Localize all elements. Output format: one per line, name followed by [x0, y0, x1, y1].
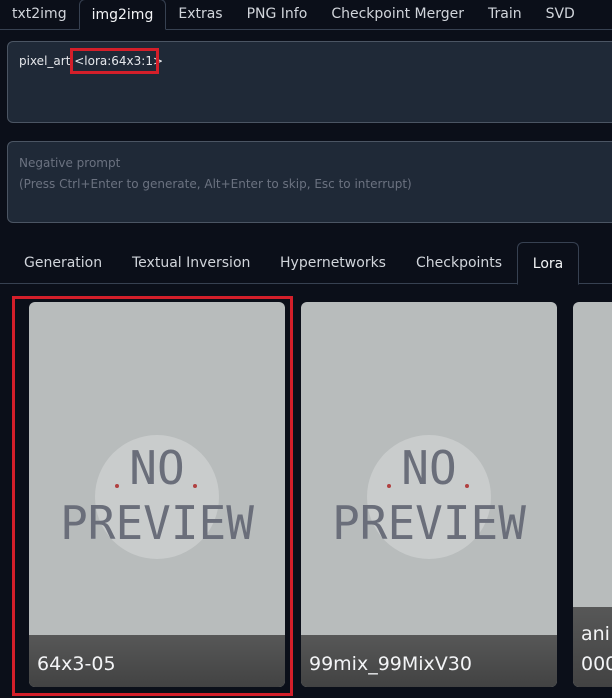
card-name-line2: 000	[581, 653, 612, 675]
negative-prompt-placeholder: Negative prompt (Press Ctrl+Enter to gen…	[19, 153, 412, 195]
lora-tag-highlight-box	[70, 48, 159, 74]
card-footer	[573, 607, 612, 687]
no-preview-text-2: PREVIEW	[332, 496, 526, 550]
prompt-text-before: pixel_art	[19, 54, 75, 68]
tab-lora[interactable]: Lora	[517, 242, 579, 285]
card-name: 99mix_99MixV30	[309, 653, 472, 675]
tab-img2img[interactable]: img2img	[78, 0, 167, 30]
card-highlight-box	[12, 296, 293, 696]
tab-svd[interactable]: SVD	[534, 0, 587, 29]
tab-extras[interactable]: Extras	[166, 0, 234, 29]
no-preview-text-1: NO	[401, 441, 456, 495]
extra-networks-tab-bar: Generation Textual Inversion Hypernetwor…	[0, 242, 612, 285]
tab-checkpoints[interactable]: Checkpoints	[416, 242, 502, 284]
tab-textual-inversion[interactable]: Textual Inversion	[132, 242, 250, 284]
lora-card-99mix[interactable]: NO PREVIEW 99mix_99MixV30	[301, 302, 557, 687]
webui-root: txt2img img2img Extras PNG Info Checkpoi…	[0, 0, 612, 698]
no-preview-image: NO PREVIEW	[332, 435, 526, 559]
negative-prompt-placeholder-hint: (Press Ctrl+Enter to generate, Alt+Enter…	[19, 177, 412, 191]
tab-checkpoint-merger[interactable]: Checkpoint Merger	[319, 0, 476, 29]
negative-prompt-textarea[interactable]: Negative prompt (Press Ctrl+Enter to gen…	[7, 141, 612, 223]
card-name-line1: ani	[581, 623, 610, 645]
tab-train[interactable]: Train	[476, 0, 534, 29]
lora-card-partial[interactable]: ani 000	[573, 302, 612, 687]
tab-hypernetworks[interactable]: Hypernetworks	[280, 242, 386, 284]
negative-prompt-placeholder-title: Negative prompt	[19, 156, 121, 170]
tab-png-info[interactable]: PNG Info	[235, 0, 320, 29]
main-tab-bar: txt2img img2img Extras PNG Info Checkpoi…	[0, 0, 612, 30]
tab-generation[interactable]: Generation	[24, 242, 102, 284]
tab-txt2img[interactable]: txt2img	[0, 0, 79, 29]
